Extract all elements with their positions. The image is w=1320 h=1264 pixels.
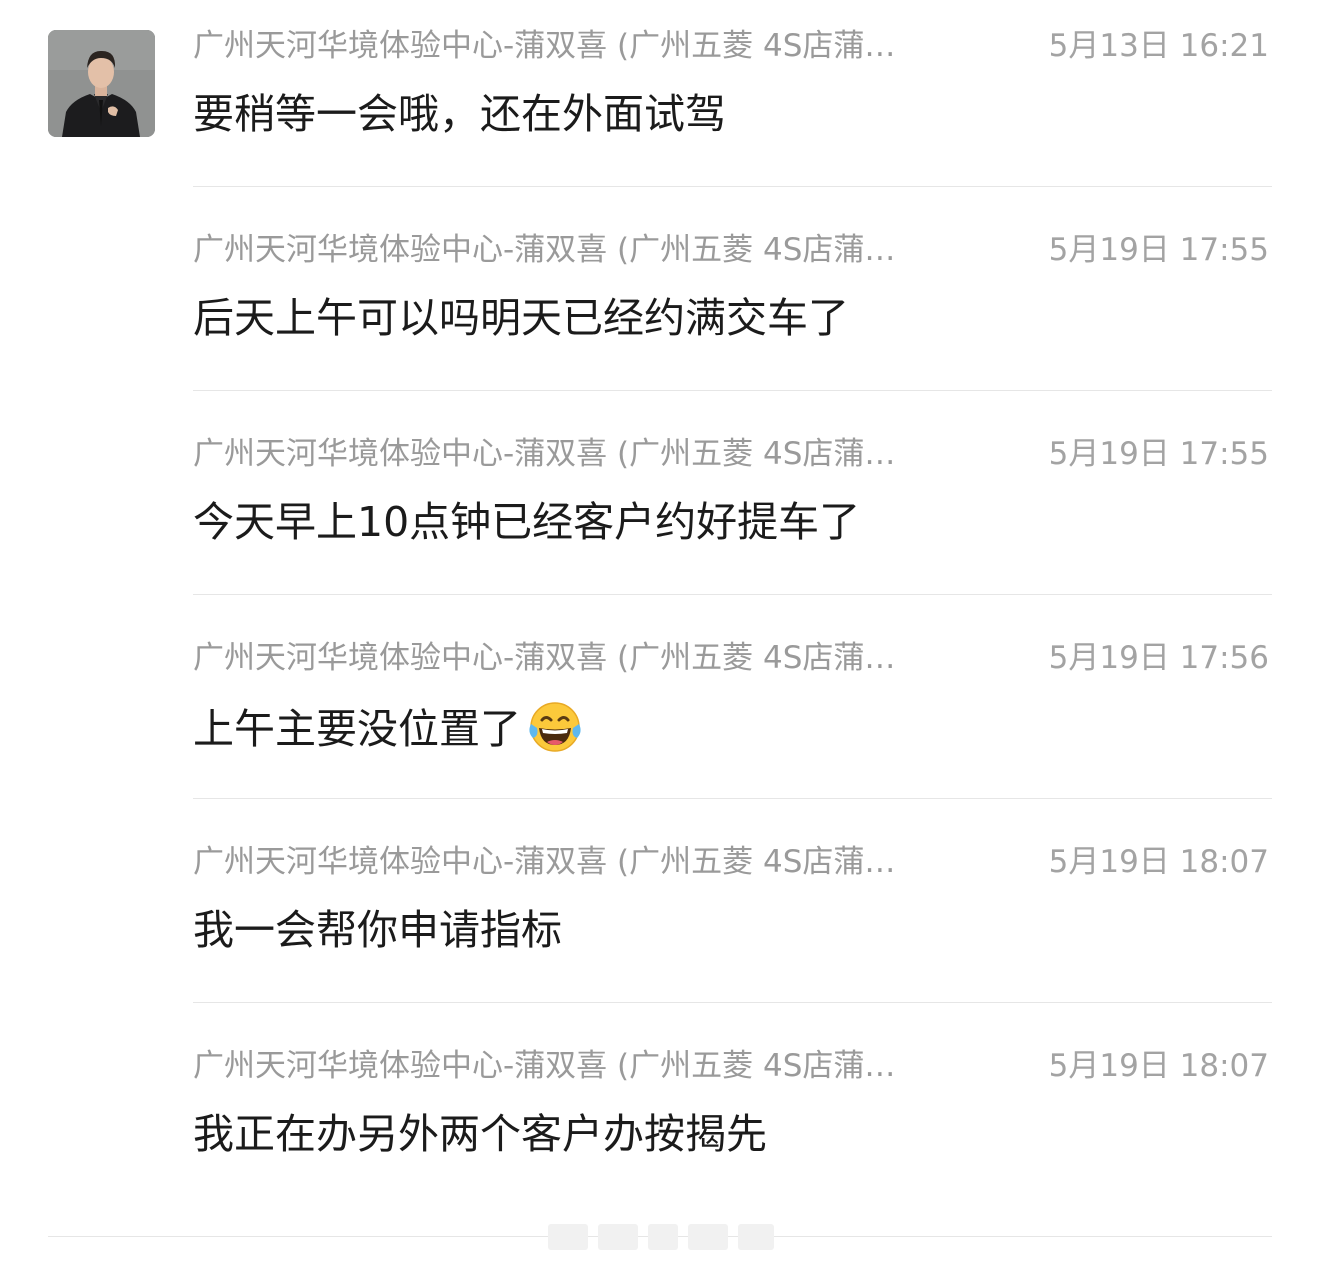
message-text-content: 上午主要没位置了 xyxy=(193,705,521,753)
message-text: 我正在办另外两个客户办按揭先 xyxy=(193,1106,1269,1162)
message-text-content: 今天早上10点钟已经客户约好提车了 xyxy=(193,498,861,546)
message-item[interactable]: 广州天河华境体验中心-蒲双喜 (广州五菱 4S店蒲… 5月19日 18:07 我… xyxy=(0,816,1320,1020)
sender-name: 广州天河华境体验中心-蒲双喜 (广州五菱 4S店蒲… xyxy=(193,232,896,268)
message-text: 我一会帮你申请指标 xyxy=(193,902,1269,958)
message-divider xyxy=(193,390,1272,391)
message-divider xyxy=(193,594,1272,595)
message-header: 广州天河华境体验中心-蒲双喜 (广州五菱 4S店蒲… 5月19日 18:07 xyxy=(193,1046,1269,1086)
message-text-content: 要稍等一会哦，还在外面试驾 xyxy=(193,90,726,138)
message-header: 广州天河华境体验中心-蒲双喜 (广州五菱 4S店蒲… 5月19日 17:55 xyxy=(193,230,1269,270)
message-time: 5月19日 18:07 xyxy=(1048,844,1269,880)
message-header: 广州天河华境体验中心-蒲双喜 (广州五菱 4S店蒲… 5月13日 16:21 xyxy=(193,26,1269,66)
message-divider xyxy=(193,1002,1272,1003)
message-header: 广州天河华境体验中心-蒲双喜 (广州五菱 4S店蒲… 5月19日 18:07 xyxy=(193,842,1269,882)
message-item[interactable]: 广州天河华境体验中心-蒲双喜 (广州五菱 4S店蒲… 5月19日 17:55 后… xyxy=(0,204,1320,408)
message-time: 5月19日 17:55 xyxy=(1048,436,1269,472)
message-text: 后天上午可以吗明天已经约满交车了 xyxy=(193,290,1269,346)
sender-name: 广州天河华境体验中心-蒲双喜 (广州五菱 4S店蒲… xyxy=(193,436,896,472)
message-item[interactable]: 广州天河华境体验中心-蒲双喜 (广州五菱 4S店蒲… 5月19日 18:07 我… xyxy=(0,1020,1320,1224)
sender-name: 广州天河华境体验中心-蒲双喜 (广州五菱 4S店蒲… xyxy=(193,28,896,64)
message-time: 5月19日 18:07 xyxy=(1048,1048,1269,1084)
message-text: 今天早上10点钟已经客户约好提车了 xyxy=(193,494,1269,550)
message-time: 5月19日 17:56 xyxy=(1048,640,1269,676)
message-text-content: 我一会帮你申请指标 xyxy=(193,906,562,954)
message-header: 广州天河华境体验中心-蒲双喜 (广州五菱 4S店蒲… 5月19日 17:56 xyxy=(193,638,1269,678)
sender-name: 广州天河华境体验中心-蒲双喜 (广州五菱 4S店蒲… xyxy=(193,1048,896,1084)
message-item[interactable]: 广州天河华境体验中心-蒲双喜 (广州五菱 4S店蒲… 5月19日 17:56 上… xyxy=(0,612,1320,816)
laughing-with-tears-emoji-icon xyxy=(527,698,583,754)
message-item[interactable]: 广州天河华境体验中心-蒲双喜 (广州五菱 4S店蒲… 5月13日 16:21 要… xyxy=(0,0,1320,204)
sender-name: 广州天河华境体验中心-蒲双喜 (广州五菱 4S店蒲… xyxy=(193,844,896,880)
message-text-content: 我正在办另外两个客户办按揭先 xyxy=(193,1110,767,1158)
message-text-content: 后天上午可以吗明天已经约满交车了 xyxy=(193,294,849,342)
message-item[interactable]: 广州天河华境体验中心-蒲双喜 (广州五菱 4S店蒲… 5月19日 17:55 今… xyxy=(0,408,1320,612)
message-divider xyxy=(193,798,1272,799)
chat-history-list: 广州天河华境体验中心-蒲双喜 (广州五菱 4S店蒲… 5月13日 16:21 要… xyxy=(0,0,1320,1264)
message-time: 5月13日 16:21 xyxy=(1048,28,1269,64)
message-text: 要稍等一会哦，还在外面试驾 xyxy=(193,86,1269,142)
sender-name: 广州天河华境体验中心-蒲双喜 (广州五菱 4S店蒲… xyxy=(193,640,896,676)
message-time: 5月19日 17:55 xyxy=(1048,232,1269,268)
message-text: 上午主要没位置了 xyxy=(193,698,1269,757)
watermark-logo xyxy=(548,1222,774,1252)
message-divider xyxy=(193,186,1272,187)
message-header: 广州天河华境体验中心-蒲双喜 (广州五菱 4S店蒲… 5月19日 17:55 xyxy=(193,434,1269,474)
